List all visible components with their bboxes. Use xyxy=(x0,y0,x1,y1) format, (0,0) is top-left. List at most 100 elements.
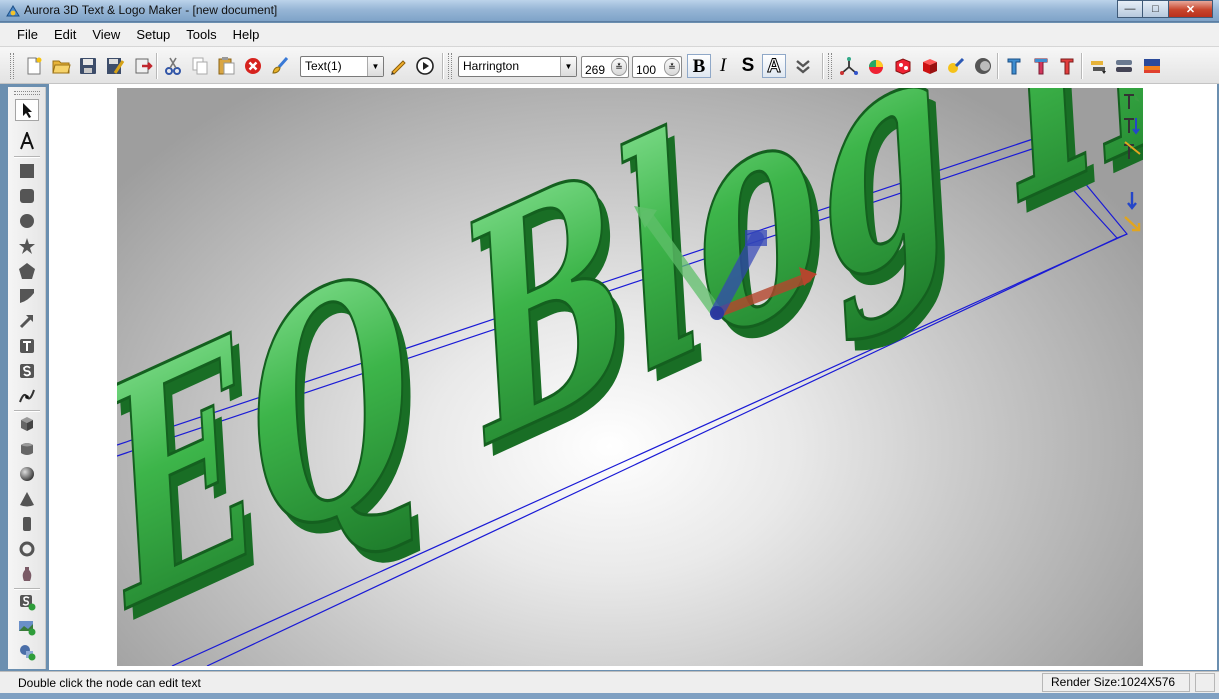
text-style-button-2[interactable] xyxy=(1029,54,1053,78)
title-bar: Aurora 3D Text & Logo Maker - [new docum… xyxy=(0,0,1219,22)
menu-edit[interactable]: Edit xyxy=(46,23,84,47)
edit-text-button[interactable] xyxy=(386,54,410,78)
depth-stepper[interactable]: 100 ≛ xyxy=(632,56,682,78)
text-style-button-3[interactable] xyxy=(1055,54,1079,78)
new-button[interactable] xyxy=(22,54,46,78)
font-size-stepper[interactable]: 269 ≛ xyxy=(581,56,629,78)
close-button[interactable]: ✕ xyxy=(1169,0,1213,18)
copy-button[interactable] xyxy=(188,54,212,78)
light-button[interactable] xyxy=(944,54,968,78)
toolbar-grip-3[interactable] xyxy=(828,53,832,79)
window-title: Aurora 3D Text & Logo Maker - [new docum… xyxy=(24,3,278,17)
text-axis-y-icon[interactable] xyxy=(1123,92,1141,112)
bevel-button[interactable] xyxy=(971,54,995,78)
toolbar-grip-2[interactable] xyxy=(448,53,452,79)
add-symbol-tool[interactable] xyxy=(15,591,39,613)
sector-tool[interactable] xyxy=(15,285,39,307)
floppy-disk-icon xyxy=(80,58,96,74)
chevron-down-icon[interactable]: ▼ xyxy=(367,57,383,76)
text-axis-z-icon[interactable] xyxy=(1123,116,1141,136)
more-format-button[interactable] xyxy=(791,54,815,78)
move-x-icon[interactable] xyxy=(1123,214,1141,234)
export-icon xyxy=(135,58,153,74)
double-chevron-icon[interactable]: ≛ xyxy=(664,58,680,76)
outline-button[interactable]: A xyxy=(762,54,786,78)
font-select-value: Harrington xyxy=(463,59,520,73)
object-select[interactable]: Text(1) ▼ xyxy=(300,56,384,77)
add-object-tool[interactable] xyxy=(15,641,39,663)
arrow-cursor-icon xyxy=(23,103,32,118)
circle-tool[interactable] xyxy=(15,210,39,232)
star-tool[interactable] xyxy=(15,235,39,257)
brush-button[interactable] xyxy=(268,54,292,78)
layer-button[interactable] xyxy=(1086,54,1110,78)
paste-button[interactable] xyxy=(214,54,238,78)
font-size-value: 269 xyxy=(585,63,606,77)
chevron-down-icon[interactable]: ▼ xyxy=(560,57,576,76)
rectangle-tool[interactable] xyxy=(15,160,39,182)
menu-help[interactable]: Help xyxy=(225,23,268,47)
background-button[interactable] xyxy=(1112,54,1136,78)
cube-tool[interactable] xyxy=(15,413,39,435)
font-select[interactable]: Harrington ▼ xyxy=(458,56,577,77)
3d-text-object[interactable]: EQ Blog Hijau EQ Blog Hijau xyxy=(117,88,1143,666)
save-button[interactable] xyxy=(76,54,100,78)
paint-brush-icon xyxy=(272,57,289,74)
image-button[interactable] xyxy=(1140,54,1164,78)
italic-button[interactable]: I xyxy=(711,54,735,78)
size-grip[interactable] xyxy=(1195,673,1215,692)
path-tool[interactable] xyxy=(15,385,39,407)
text-axis-x-icon[interactable] xyxy=(1123,140,1141,160)
menu-view[interactable]: View xyxy=(84,23,128,47)
vase-icon xyxy=(22,567,32,581)
save-as-button[interactable] xyxy=(103,54,127,78)
text-style-button-1[interactable] xyxy=(1002,54,1026,78)
delete-icon xyxy=(245,58,261,74)
double-chevron-icon[interactable]: ≛ xyxy=(611,58,627,76)
star-icon xyxy=(19,238,35,254)
add-symbol-icon xyxy=(20,595,36,611)
scene-canvas[interactable]: EQ Blog Hijau EQ Blog Hijau xyxy=(117,88,1143,666)
material-button[interactable] xyxy=(864,54,888,78)
delete-button[interactable] xyxy=(241,54,265,78)
text-shape-tool[interactable] xyxy=(15,335,39,357)
menu-tools[interactable]: Tools xyxy=(178,23,224,47)
folder-open-icon xyxy=(52,60,71,74)
maximize-button[interactable]: □ xyxy=(1143,0,1169,18)
export-button[interactable] xyxy=(131,54,155,78)
rounded-rectangle-tool[interactable] xyxy=(15,185,39,207)
minimize-button[interactable]: — xyxy=(1117,0,1143,18)
cone-icon xyxy=(20,492,34,507)
texture-button[interactable] xyxy=(891,54,915,78)
polygon-tool[interactable] xyxy=(15,260,39,282)
menu-file[interactable]: File xyxy=(9,23,46,47)
shape-stack-icon xyxy=(1116,60,1132,72)
add-image-tool[interactable] xyxy=(15,616,39,638)
symbol-tool[interactable] xyxy=(15,360,39,382)
torus-tool[interactable] xyxy=(15,538,39,560)
move-z-icon[interactable] xyxy=(1123,190,1141,210)
3d-viewport[interactable]: EQ Blog Hijau EQ Blog Hijau xyxy=(117,88,1143,666)
sphere-tool[interactable] xyxy=(15,463,39,485)
menu-bar: File Edit View Setup Tools Help xyxy=(0,23,1219,47)
vase-tool[interactable] xyxy=(15,563,39,585)
cut-button[interactable] xyxy=(161,54,185,78)
menu-setup[interactable]: Setup xyxy=(128,23,178,47)
scissors-icon xyxy=(165,57,181,75)
select-tool[interactable] xyxy=(15,99,39,121)
render-size-label: Render Size:1024X576 xyxy=(1042,673,1190,692)
arrow-tool[interactable] xyxy=(15,310,39,332)
cylinder-tool[interactable] xyxy=(15,513,39,535)
open-button[interactable] xyxy=(49,54,73,78)
cube-button[interactable] xyxy=(918,54,942,78)
toolbar-grip[interactable] xyxy=(10,53,14,79)
text-tool[interactable] xyxy=(15,130,39,152)
pencil-icon xyxy=(391,60,406,75)
strike-style-button[interactable]: S xyxy=(736,54,760,78)
cylinder-box-tool[interactable] xyxy=(15,438,39,460)
bold-button[interactable]: B xyxy=(687,54,711,78)
axis-button[interactable] xyxy=(837,54,861,78)
cone-tool[interactable] xyxy=(15,488,39,510)
play-button[interactable] xyxy=(413,54,437,78)
bevel-icon xyxy=(975,58,991,74)
